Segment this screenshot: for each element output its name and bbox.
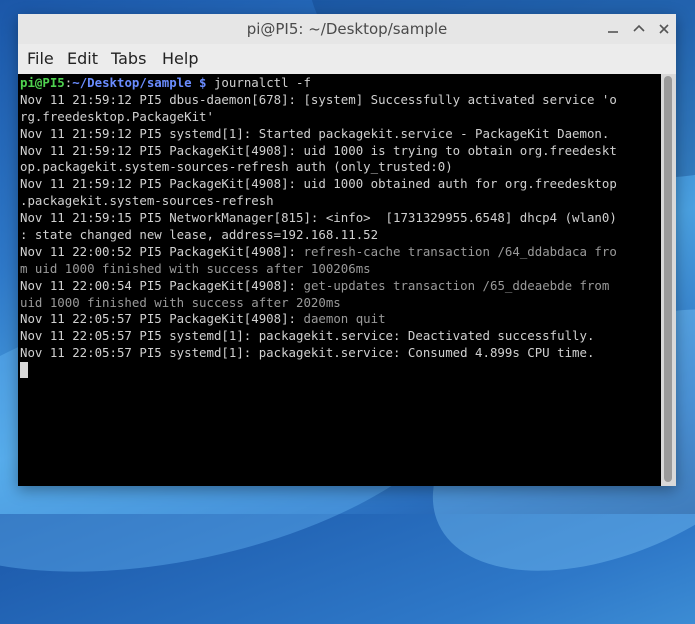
log-line: Nov 11 21:59:12 PI5 PackageKit[4908]: ui… bbox=[20, 142, 617, 158]
prompt-line: pi@PI5:~/Desktop/sample $ journalctl -f bbox=[20, 75, 660, 92]
log-prefix: Nov 11 22:05:57 PI5 PackageKit[4908]: bbox=[20, 311, 304, 327]
log-message-dim: uid 1000 finished with success after 202… bbox=[20, 294, 341, 310]
log-message-dim: daemon quit bbox=[303, 311, 386, 327]
close-button[interactable] bbox=[656, 21, 672, 37]
log-line: Nov 11 21:59:12 PI5 dbus-daemon[678]: [s… bbox=[20, 91, 617, 107]
log-line: Nov 11 22:00:52 PI5 PackageKit[4908]: re… bbox=[20, 244, 660, 261]
menu-file[interactable]: File bbox=[27, 44, 54, 74]
log-line: rg.freedesktop.PackageKit' bbox=[20, 108, 214, 124]
log-line: m uid 1000 finished with success after 1… bbox=[20, 261, 660, 278]
close-icon bbox=[659, 24, 669, 34]
log-line: Nov 11 21:59:12 PI5 systemd[1]: Started … bbox=[20, 125, 610, 141]
log-line: Nov 11 21:59:15 PI5 NetworkManager[815]:… bbox=[20, 210, 617, 226]
log-line: Nov 11 22:05:57 PI5 PackageKit[4908]: da… bbox=[20, 311, 660, 328]
log-line: uid 1000 finished with success after 202… bbox=[20, 295, 660, 312]
log-line: op.packagekit.system-sources-refresh aut… bbox=[20, 159, 453, 175]
log-prefix: Nov 11 22:00:52 PI5 PackageKit[4908]: bbox=[20, 243, 304, 259]
menu-bar: File Edit Tabs Help bbox=[18, 44, 676, 74]
maximize-icon bbox=[633, 24, 645, 32]
log-message-dim: m uid 1000 finished with success after 1… bbox=[20, 260, 371, 276]
log-prefix: Nov 11 22:00:54 PI5 PackageKit[4908]: bbox=[20, 277, 304, 293]
minimize-button[interactable] bbox=[605, 21, 621, 37]
title-bar[interactable]: pi@PI5: ~/Desktop/sample bbox=[18, 14, 676, 44]
scrollbar-thumb[interactable] bbox=[664, 76, 672, 482]
log-line: Nov 11 22:05:57 PI5 systemd[1]: packagek… bbox=[20, 328, 595, 344]
maximize-button[interactable] bbox=[631, 21, 647, 37]
terminal-window: pi@PI5: ~/Desktop/sample File Edit Tabs … bbox=[18, 14, 676, 486]
vertical-scrollbar[interactable] bbox=[661, 74, 676, 486]
text-cursor bbox=[20, 362, 28, 379]
log-line: Nov 11 22:00:54 PI5 PackageKit[4908]: ge… bbox=[20, 278, 660, 295]
window-title: pi@PI5: ~/Desktop/sample bbox=[246, 20, 448, 38]
menu-edit[interactable]: Edit bbox=[67, 44, 98, 74]
log-line: .packagekit.system-sources-refresh bbox=[20, 193, 274, 209]
log-line: Nov 11 21:59:12 PI5 PackageKit[4908]: ui… bbox=[20, 176, 617, 192]
prompt-path: ~/Desktop/sample bbox=[72, 75, 192, 90]
menu-tabs[interactable]: Tabs bbox=[111, 44, 146, 74]
prompt-dollar: $ bbox=[191, 75, 207, 90]
log-line: : state changed new lease, address=192.1… bbox=[20, 227, 379, 243]
menu-help[interactable]: Help bbox=[162, 44, 198, 74]
prompt-command: journalctl -f bbox=[206, 75, 311, 90]
terminal-output[interactable]: pi@PI5:~/Desktop/sample $ journalctl -f … bbox=[18, 74, 661, 486]
log-message-dim: get-updates transaction /65_ddeaebde fro… bbox=[303, 277, 610, 293]
log-message-dim: refresh-cache transaction /64_ddabdaca f… bbox=[303, 243, 617, 259]
cursor-line bbox=[20, 362, 660, 379]
prompt-user-host: pi@PI5 bbox=[20, 75, 65, 90]
minimize-icon bbox=[608, 31, 618, 33]
log-line: Nov 11 22:05:57 PI5 systemd[1]: packagek… bbox=[20, 345, 595, 361]
